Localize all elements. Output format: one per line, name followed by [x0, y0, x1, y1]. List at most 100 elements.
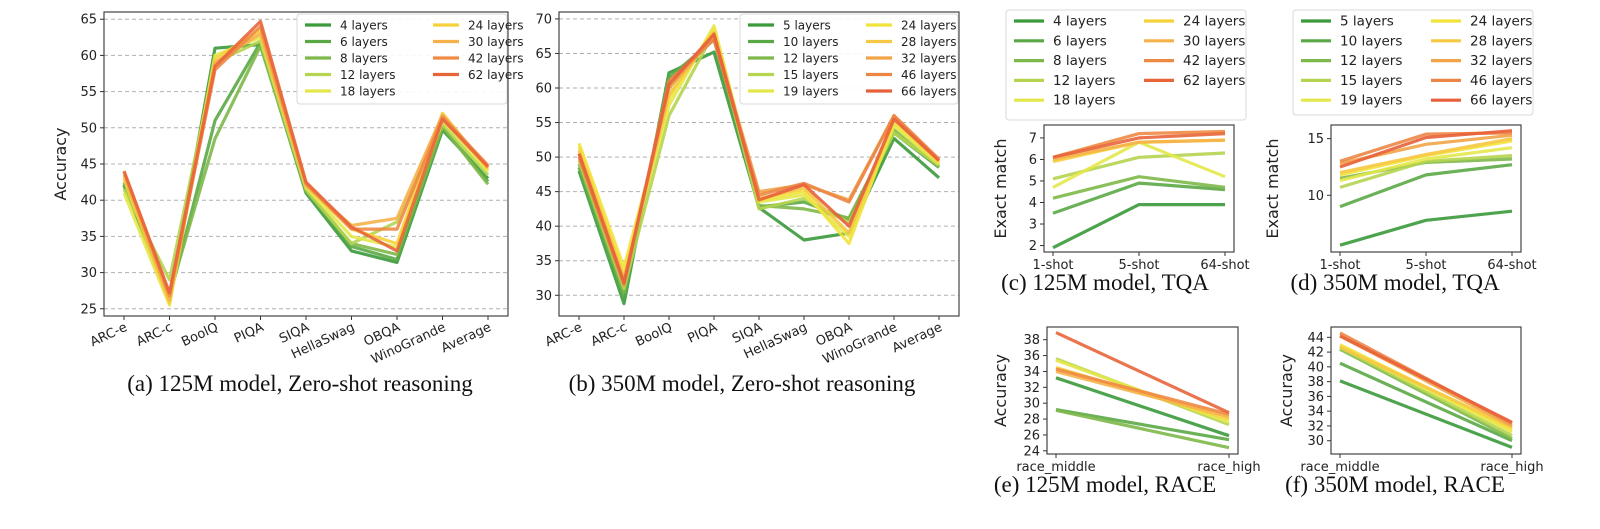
series-line-6-layers	[1052, 181, 1226, 215]
y-tick-label: 25	[80, 302, 97, 317]
y-tick-label: 65	[535, 47, 552, 62]
x-tick-label: Average	[890, 320, 945, 356]
legend-label: 46 layers	[1470, 73, 1532, 89]
series-line-66-layers	[1339, 334, 1513, 424]
y-tick-label: 30	[1307, 434, 1324, 449]
y-tick-label: 42	[1307, 346, 1324, 361]
legend-label: 32 layers	[1470, 53, 1532, 69]
legend-label: 62 layers	[1183, 73, 1245, 89]
y-tick-label: 15	[1307, 132, 1324, 147]
y-axis-label: Accuracy	[1277, 354, 1296, 427]
x-tick-label: PIQA	[232, 320, 266, 347]
legend-label: 30 layers	[468, 35, 523, 49]
y-tick-label: 32	[1307, 419, 1324, 434]
legend-label: 12 layers	[1340, 53, 1402, 69]
legend-label: 5 layers	[783, 19, 831, 33]
y-tick-label: 55	[535, 116, 552, 131]
y-tick-label: 24	[1023, 444, 1040, 459]
y-tick-label: 35	[535, 254, 552, 269]
y-tick-label: 44	[1307, 331, 1324, 346]
legend-label: 4 layers	[1053, 14, 1107, 30]
y-tick-label: 7	[1029, 131, 1037, 146]
y-tick-label: 10	[1307, 189, 1324, 204]
legend-label: 4 layers	[340, 19, 388, 33]
series-line-5-layers	[1339, 209, 1513, 247]
x-tick-label: ARC-c	[134, 320, 175, 350]
legend-label: 5 layers	[1340, 14, 1394, 30]
legend-label: 15 layers	[783, 68, 838, 82]
legend-label: 19 layers	[1340, 93, 1402, 109]
legend-label: 24 layers	[468, 19, 523, 33]
y-axis-label: Accuracy	[991, 354, 1010, 427]
y-axis-label: Accuracy	[51, 127, 70, 200]
legend-label: 12 layers	[783, 52, 838, 66]
series-line-4-layers	[1052, 203, 1225, 250]
legend-label: 28 layers	[1470, 33, 1532, 49]
legend-label: 19 layers	[783, 85, 838, 99]
legend-label: 28 layers	[901, 35, 956, 49]
y-tick-label: 6	[1029, 153, 1037, 168]
y-tick-label: 50	[80, 121, 97, 136]
chart-caption: (b) 350M model, Zero-shot reasoning	[569, 371, 916, 396]
chart-caption: (d) 350M model, TQA	[1290, 270, 1500, 295]
legend-label: 62 layers	[468, 68, 523, 82]
y-axis-label: Exact match	[1263, 138, 1282, 238]
x-tick-label: ARC-e	[543, 320, 585, 350]
legend: 5 layers 10 layers 12 layers 15 layers 19 la…	[739, 13, 959, 105]
legend: 4 layers 6 layers 8 layers 12 layers 18 laye…	[1005, 9, 1247, 121]
legend-label: 12 layers	[1053, 73, 1115, 89]
legend-label: 18 layers	[340, 85, 395, 99]
legend: 4 layers 6 layers 8 layers 12 layers 18 laye…	[296, 13, 523, 105]
y-tick-label: 65	[80, 13, 97, 28]
legend-label: 42 layers	[468, 52, 523, 66]
y-tick-label: 26	[1023, 428, 1040, 443]
legend-label: 15 layers	[1340, 73, 1402, 89]
chart-f: 3032343638404244race_middle race_highAccu…	[1277, 326, 1544, 497]
legend-label: 10 layers	[1340, 33, 1402, 49]
chart-a: 253035404550556065ARC-e ARC-c BoolQ PIQA SIQ…	[51, 11, 523, 396]
chart-caption: (a) 125M model, Zero-shot reasoning	[127, 371, 473, 396]
figure: 253035404550556065ARC-e ARC-c BoolQ PIQA SIQ…	[51, 9, 1544, 497]
x-tick-label: ARC-e	[88, 320, 130, 350]
chart-c: 2345671-shot 5-shot 64-shotExact match4 la…	[991, 9, 1250, 295]
legend-label: 12 layers	[340, 68, 395, 82]
legend-label: 30 layers	[1183, 33, 1245, 49]
y-tick-label: 35	[80, 230, 97, 245]
legend-label: 10 layers	[783, 35, 838, 49]
y-tick-label: 60	[80, 49, 97, 64]
x-tick-label: ARC-c	[589, 320, 630, 350]
legend-label: 66 layers	[1470, 93, 1532, 109]
series-line-62-layers	[1055, 331, 1230, 415]
chart-e: 2426283032343638race_middle race_highAccu…	[991, 326, 1261, 497]
legend-label: 6 layers	[340, 35, 388, 49]
chart-d: 10151-shot 5-shot 64-shotExact match5 laye…	[1263, 9, 1537, 295]
y-tick-label: 36	[1307, 390, 1324, 405]
y-tick-label: 38	[1307, 375, 1324, 390]
y-tick-label: 3	[1029, 218, 1037, 233]
series-line-10-layers	[1339, 163, 1513, 209]
y-tick-label: 40	[80, 194, 97, 209]
y-tick-label: 45	[80, 158, 97, 173]
legend-label: 24 layers	[1183, 14, 1245, 30]
x-tick-label: Average	[439, 320, 494, 356]
legend-label: 24 layers	[1470, 14, 1532, 30]
y-tick-label: 5	[1029, 174, 1037, 189]
y-tick-label: 45	[535, 185, 552, 200]
y-axis-label: Exact match	[991, 138, 1010, 238]
series-line-30-layers	[1055, 369, 1230, 419]
x-tick-label: PIQA	[685, 320, 719, 347]
y-tick-label: 2	[1029, 239, 1037, 254]
y-tick-label: 40	[1307, 360, 1324, 375]
y-tick-label: 38	[1023, 333, 1040, 348]
y-tick-label: 36	[1023, 349, 1040, 364]
y-tick-label: 32	[1023, 381, 1040, 396]
y-tick-label: 40	[535, 220, 552, 235]
legend-label: 42 layers	[1183, 53, 1245, 69]
x-tick-label: BoolQ	[633, 320, 674, 350]
y-tick-label: 4	[1029, 196, 1037, 211]
legend-label: 8 layers	[340, 52, 388, 66]
chart-b: 303540455055606570ARC-e ARC-c BoolQ PIQA SIQ…	[535, 11, 960, 396]
y-tick-label: 30	[1023, 397, 1040, 412]
chart-caption: (e) 125M model, RACE	[994, 472, 1216, 497]
chart-caption: (f) 350M model, RACE	[1285, 472, 1505, 497]
